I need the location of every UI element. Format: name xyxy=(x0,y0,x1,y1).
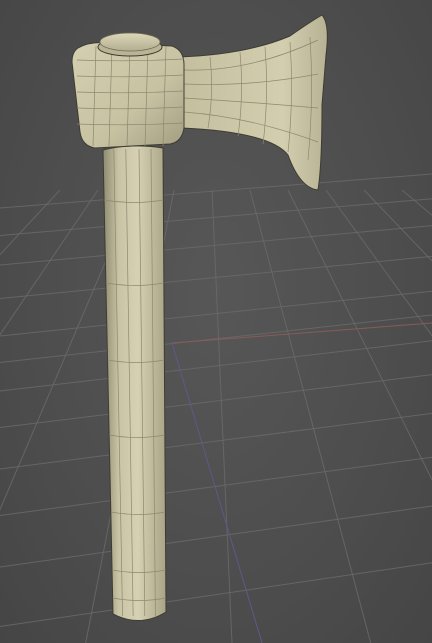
grid-line-col xyxy=(0,189,99,336)
grid-line-row xyxy=(0,562,432,627)
viewport-scene[interactable] xyxy=(0,0,432,643)
grid-line-col xyxy=(249,189,372,643)
grid-line-row xyxy=(0,456,432,516)
grid-line-row xyxy=(0,198,432,236)
axe-head-block[interactable] xyxy=(71,42,185,149)
axe-handle[interactable] xyxy=(102,145,167,621)
axe-top-cap-face xyxy=(99,32,161,52)
grid-line-col xyxy=(0,189,61,256)
grid-line-row xyxy=(0,314,432,363)
grid-line-row xyxy=(0,225,432,266)
ground-grid xyxy=(0,173,432,643)
grid-line-row xyxy=(0,374,432,428)
grid-line-col xyxy=(211,189,233,643)
y-axis-line xyxy=(171,342,263,643)
grid-line-row xyxy=(0,173,432,209)
grid-line-row xyxy=(0,505,432,568)
axe-model[interactable] xyxy=(71,14,328,621)
x-axis-line xyxy=(171,322,432,344)
grid-line-row xyxy=(0,412,432,470)
3d-viewport[interactable] xyxy=(0,0,432,643)
grid-line-col xyxy=(363,189,432,262)
grid-line-row xyxy=(0,290,432,337)
